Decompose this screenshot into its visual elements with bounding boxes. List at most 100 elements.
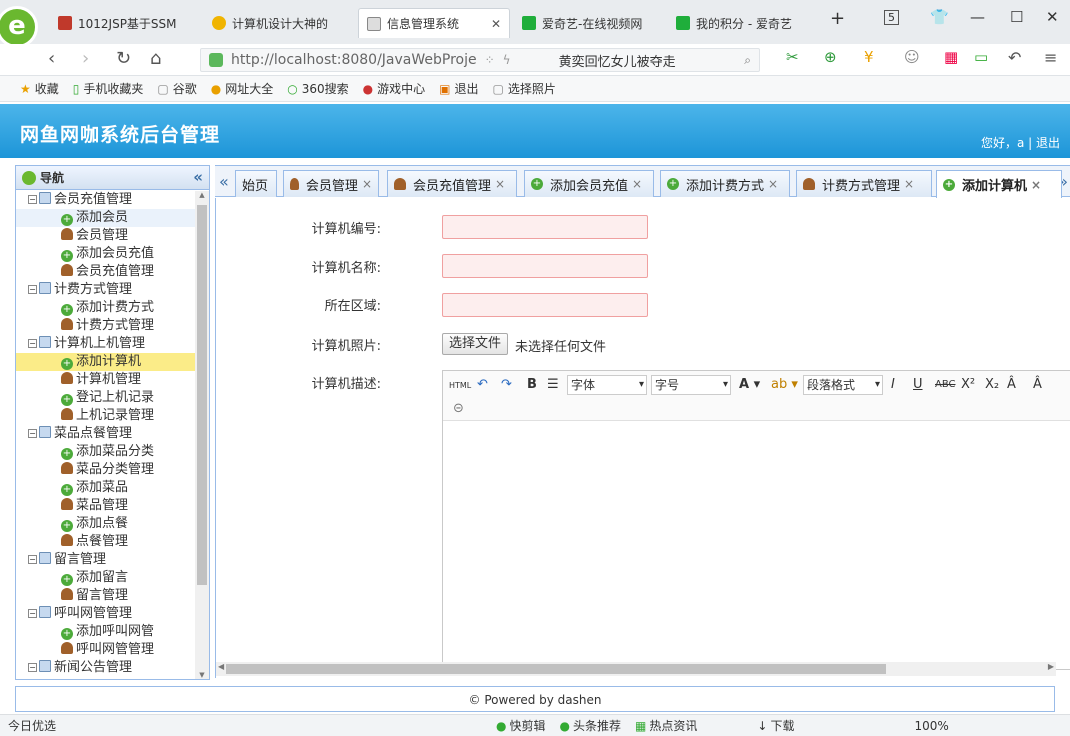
content-h-scrollbar[interactable]: ◀ ▶ xyxy=(216,662,1056,676)
underline-icon[interactable]: U xyxy=(913,377,923,392)
nav-item[interactable]: 菜品管理 xyxy=(16,497,196,515)
tree-toggle-icon[interactable]: − xyxy=(28,663,37,672)
home-icon[interactable]: ⌂ xyxy=(150,48,161,69)
tree-toggle-icon[interactable]: − xyxy=(28,555,37,564)
font-family-select[interactable]: 字体 xyxy=(567,375,647,395)
link-icon[interactable]: ⊝ xyxy=(453,401,464,416)
nav-group[interactable]: − 计算机上机管理 xyxy=(16,335,196,353)
nav-item[interactable]: + 添加留言 xyxy=(16,569,196,587)
paragraph-format-select[interactable]: 段落格式 xyxy=(803,375,883,395)
italic-icon[interactable]: I xyxy=(891,377,895,392)
nav-group[interactable]: − 菜品点餐管理 xyxy=(16,425,196,443)
nav-item[interactable]: + 添加计算机 xyxy=(16,353,196,371)
nav-scroll-thumb[interactable] xyxy=(197,205,207,585)
area-input[interactable] xyxy=(442,293,648,317)
tab-close-icon[interactable]: × xyxy=(632,177,642,191)
tree-toggle-icon[interactable]: − xyxy=(28,609,37,618)
format-clear-icon[interactable]: ☰ xyxy=(547,377,559,392)
font-color-icon[interactable]: A ▾ xyxy=(739,377,760,392)
choose-file-button[interactable]: 选择文件 xyxy=(442,333,509,355)
refresh-icon[interactable]: ↻ xyxy=(116,48,131,69)
tree-toggle-icon[interactable]: − xyxy=(28,285,37,294)
bookmark-item[interactable]: ▢ 谷歌 xyxy=(157,80,196,97)
nav-scrollbar[interactable]: ▲ ▼ xyxy=(195,191,209,679)
url-text[interactable]: http://localhost:8080/JavaWebProje xyxy=(231,52,477,68)
tab-close-icon[interactable]: × xyxy=(362,177,372,191)
nav-item[interactable]: + 添加菜品 xyxy=(16,479,196,497)
nav-item[interactable]: 点餐管理 xyxy=(16,533,196,551)
emoji-icon[interactable]: ☺ xyxy=(904,48,920,66)
nav-item[interactable]: 计算机管理 xyxy=(16,371,196,389)
content-tab[interactable]: 计费方式管理 × xyxy=(796,170,932,197)
tab-close-icon[interactable]: ✕ xyxy=(491,17,501,31)
content-tab[interactable]: + 添加会员充值 × xyxy=(524,170,654,197)
browser-tab[interactable]: 爱奇艺-在线视频网 xyxy=(514,8,664,38)
content-tab[interactable]: 会员充值管理 × xyxy=(387,170,517,197)
bookmark-item[interactable]: ▢ 选择照片 xyxy=(493,80,556,97)
search-icon[interactable]: ⌕ xyxy=(744,53,751,68)
scroll-right-icon[interactable]: ▶ xyxy=(1048,662,1054,671)
tree-toggle-icon[interactable]: − xyxy=(28,429,37,438)
font-grow-icon[interactable]: Â xyxy=(1007,377,1016,392)
undo-icon[interactable]: ↶ xyxy=(477,377,488,392)
computer-name-input[interactable] xyxy=(442,254,648,278)
highlight-icon[interactable]: ab ▾ xyxy=(771,377,798,392)
font-size-select[interactable]: 字号 xyxy=(651,375,731,395)
bookmark-item[interactable]: ▣ 退出 xyxy=(439,80,478,97)
scroll-left-icon[interactable]: ◀ xyxy=(218,662,224,671)
address-bar[interactable]: http://localhost:8080/JavaWebProje ⁘ ϟ 黄… xyxy=(200,48,760,72)
content-tab[interactable]: 始页 xyxy=(235,170,277,197)
nav-group[interactable]: − 呼叫网管管理 xyxy=(16,605,196,623)
nav-item[interactable]: + 添加菜品分类 xyxy=(16,443,196,461)
nav-group[interactable]: − 留言管理 xyxy=(16,551,196,569)
menu-icon[interactable]: ≡ xyxy=(1044,48,1057,67)
tab-count-badge[interactable]: 5 xyxy=(884,10,899,25)
new-tab-icon[interactable]: + xyxy=(830,8,845,29)
nav-item[interactable]: 菜品分类管理 xyxy=(16,461,196,479)
bold-icon[interactable]: B xyxy=(527,377,537,392)
lightning-icon[interactable]: ϟ xyxy=(503,53,511,67)
tab-close-icon[interactable]: × xyxy=(768,177,778,191)
html-source-icon[interactable]: HTML xyxy=(449,381,471,390)
bookmark-item[interactable]: ● 网址大全 xyxy=(211,80,274,97)
superscript-icon[interactable]: X² xyxy=(961,377,975,392)
undo-icon[interactable]: ↶ xyxy=(1008,48,1021,67)
status-item[interactable]: ● 快剪辑 xyxy=(496,717,546,734)
browser-tab[interactable]: 1012JSP基于SSM xyxy=(50,8,200,38)
browser-tab[interactable]: 我的积分 - 爱奇艺 xyxy=(668,8,816,38)
tree-toggle-icon[interactable]: − xyxy=(28,195,37,204)
nav-item[interactable]: + 添加会员充值 xyxy=(16,245,196,263)
coin-icon[interactable]: ¥ xyxy=(864,48,874,66)
browser-tab-active[interactable]: 信息管理系统 ✕ xyxy=(358,8,510,38)
apps-icon[interactable]: ▦ xyxy=(944,48,958,66)
content-tab[interactable]: 会员管理 × xyxy=(283,170,379,197)
scroll-up-icon[interactable]: ▲ xyxy=(195,191,209,199)
status-item[interactable]: ↓ 下载 xyxy=(757,717,794,734)
redo-icon[interactable]: ↷ xyxy=(501,377,512,392)
grid-icon[interactable]: ⁘ xyxy=(485,53,495,67)
translate-icon[interactable]: ⊕ xyxy=(824,48,837,66)
nav-item[interactable]: + 添加点餐 xyxy=(16,515,196,533)
user-greeting-logout[interactable]: 您好，a | 退出 xyxy=(981,134,1060,151)
nav-group[interactable]: − 新闻公告管理 xyxy=(16,659,196,677)
nav-item[interactable]: 上机记录管理 xyxy=(16,407,196,425)
browser-tab[interactable]: 计算机设计大神的 xyxy=(204,8,354,38)
subscript-icon[interactable]: X₂ xyxy=(985,377,999,392)
bookmark-favorites[interactable]: ★ 收藏 xyxy=(20,80,59,97)
nav-item[interactable]: + 添加呼叫网管 xyxy=(16,623,196,641)
nav-group[interactable]: − 计费方式管理 xyxy=(16,281,196,299)
nav-item[interactable]: + 添加计费方式 xyxy=(16,299,196,317)
tab-close-icon[interactable]: × xyxy=(495,177,505,191)
bookmark-item[interactable]: ● 游戏中心 xyxy=(363,80,426,97)
rich-text-editor[interactable]: HTML ↶ ↷ B ☰ 字体 字号 A ▾ ab ▾ 段落格式 I U ABC… xyxy=(442,370,1070,670)
tree-toggle-icon[interactable]: − xyxy=(28,339,37,348)
nav-item[interactable]: 会员充值管理 xyxy=(16,263,196,281)
computer-no-input[interactable] xyxy=(442,215,648,239)
nav-item[interactable]: 计费方式管理 xyxy=(16,317,196,335)
bookmark-item[interactable]: ○ 360搜索 xyxy=(287,80,348,97)
forward-icon[interactable]: › xyxy=(82,48,89,69)
content-tab-active[interactable]: + 添加计算机 × xyxy=(936,170,1062,198)
battery-icon[interactable]: ▭ xyxy=(974,48,988,66)
search-hint[interactable]: 黄奕回忆女儿被夺走 xyxy=(559,51,676,70)
bookmark-item[interactable]: ▯ 手机收藏夹 xyxy=(73,80,144,97)
